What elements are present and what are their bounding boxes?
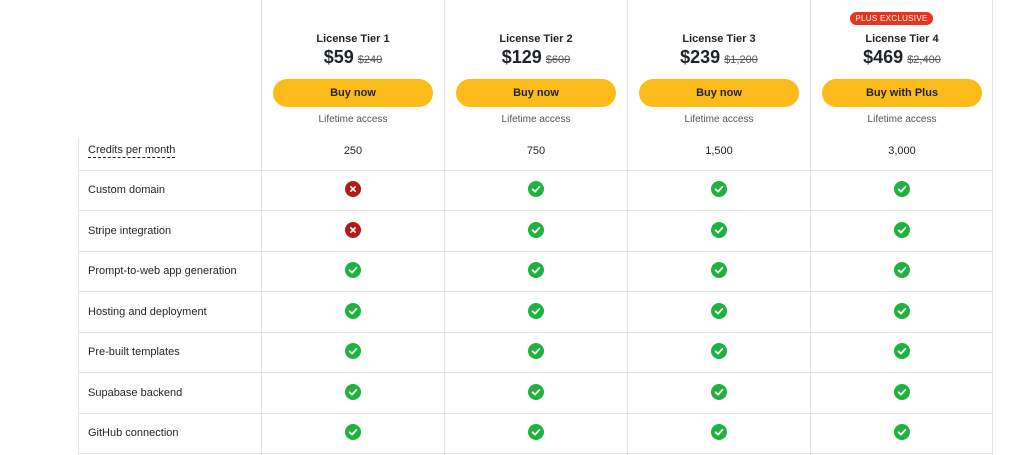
credits-value: 750 — [526, 145, 546, 157]
price-row: $59 $240 — [262, 47, 444, 68]
row-divider — [78, 291, 993, 292]
check-circle-icon — [711, 343, 727, 359]
tier-4-header: PLUS EXCLUSIVE License Tier 4 $469 $2,400… — [811, 0, 993, 137]
feature-label-credits[interactable]: Credits per month — [88, 144, 176, 158]
check-circle-icon — [528, 262, 544, 278]
feature-label: Hosting and deployment — [88, 306, 207, 318]
current-price: $59 — [323, 47, 354, 67]
current-price: $469 — [863, 47, 904, 67]
tier-name: License Tier 4 — [865, 33, 939, 45]
feature-label: Prompt-to-web app generation — [88, 265, 237, 277]
current-price: $129 — [501, 47, 542, 67]
check-circle-icon — [711, 303, 727, 319]
check-circle-icon — [894, 222, 910, 238]
check-circle-icon — [528, 384, 544, 400]
check-circle-icon — [528, 424, 544, 440]
tier-name: License Tier 3 — [682, 33, 756, 45]
check-circle-icon — [711, 222, 727, 238]
row-divider — [78, 170, 993, 171]
row-divider — [78, 251, 993, 252]
check-circle-icon — [711, 424, 727, 440]
check-circle-icon — [345, 262, 361, 278]
price-row: $469 $2,400 — [811, 47, 993, 68]
lifetime-access-note: Lifetime access — [867, 114, 937, 125]
credits-value: 250 — [343, 145, 363, 157]
feature-label: Pre-built templates — [88, 346, 180, 358]
cross-circle-icon — [345, 181, 361, 197]
check-circle-icon — [894, 384, 910, 400]
row-divider — [78, 453, 993, 454]
check-circle-icon — [345, 384, 361, 400]
tier-2-header: License Tier 2 $129 $600 Buy now Lifetime… — [445, 0, 627, 137]
credits-value: 1,500 — [705, 145, 733, 157]
pricing-table: License Tier 1 $59 $240 Buy now Lifetime … — [78, 0, 993, 455]
price-row: $239 $1,200 — [628, 47, 810, 68]
plus-exclusive-badge: PLUS EXCLUSIVE — [850, 12, 933, 25]
check-circle-icon — [528, 303, 544, 319]
check-circle-icon — [711, 181, 727, 197]
tier-name: License Tier 2 — [499, 33, 573, 45]
tier-name: License Tier 1 — [316, 33, 390, 45]
check-circle-icon — [345, 424, 361, 440]
check-circle-icon — [528, 222, 544, 238]
buy-now-button-tier-1[interactable]: Buy now — [273, 79, 433, 107]
feature-label: Stripe integration — [88, 225, 172, 237]
cross-circle-icon — [345, 222, 361, 238]
check-circle-icon — [894, 343, 910, 359]
check-circle-icon — [894, 424, 910, 440]
check-circle-icon — [528, 343, 544, 359]
row-divider — [78, 372, 993, 373]
buy-now-button-tier-3[interactable]: Buy now — [639, 79, 799, 107]
check-circle-icon — [345, 343, 361, 359]
check-circle-icon — [528, 181, 544, 197]
credits-value: 3,000 — [888, 145, 916, 157]
buy-with-plus-button[interactable]: Buy with Plus — [822, 79, 982, 107]
check-circle-icon — [894, 303, 910, 319]
lifetime-access-note: Lifetime access — [318, 114, 388, 125]
tier-3-header: License Tier 3 $239 $1,200 Buy now Lifeti… — [628, 0, 810, 137]
original-price: $600 — [545, 54, 571, 66]
table-border-left — [78, 137, 79, 455]
feature-label: Custom domain — [88, 184, 166, 196]
check-circle-icon — [345, 303, 361, 319]
row-divider — [78, 210, 993, 211]
lifetime-access-note: Lifetime access — [684, 114, 754, 125]
current-price: $239 — [680, 47, 721, 67]
original-price: $1,200 — [724, 54, 758, 66]
check-circle-icon — [711, 262, 727, 278]
row-divider — [78, 413, 993, 414]
check-circle-icon — [711, 384, 727, 400]
feature-label: GitHub connection — [88, 427, 179, 439]
row-divider — [78, 332, 993, 333]
price-row: $129 $600 — [445, 47, 627, 68]
original-price: $240 — [357, 54, 383, 66]
feature-label: Supabase backend — [88, 387, 183, 399]
check-circle-icon — [894, 262, 910, 278]
lifetime-access-note: Lifetime access — [501, 114, 571, 125]
buy-now-button-tier-2[interactable]: Buy now — [456, 79, 616, 107]
original-price: $2,400 — [907, 54, 941, 66]
check-circle-icon — [894, 181, 910, 197]
tier-1-header: License Tier 1 $59 $240 Buy now Lifetime … — [262, 0, 444, 137]
